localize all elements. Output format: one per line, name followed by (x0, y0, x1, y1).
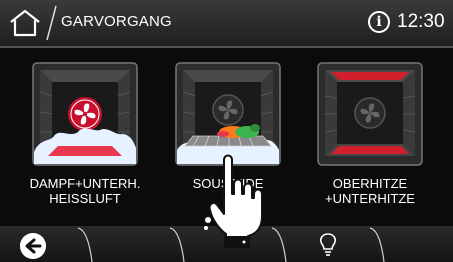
program-card-ober-unterhitze[interactable] (317, 62, 423, 166)
fan-icon (212, 94, 244, 126)
lightbulb-icon[interactable] (318, 232, 338, 258)
label-line-1: OBERHITZE (332, 176, 408, 191)
fan-icon (68, 97, 102, 131)
program-label-dampf[interactable]: DAMPF+UNTERH. HEISSLUFT (10, 176, 160, 206)
breadcrumb-divider (46, 5, 57, 41)
clock-time: 12:30 (397, 11, 445, 32)
label-line-2: +UNTERHITZE (325, 191, 415, 206)
label-line-2: HEISSLUFT (49, 191, 121, 206)
program-label-ober-unterhitze[interactable]: OBERHITZE +UNTERHITZE (295, 176, 445, 206)
page-title: GARVORGANG (61, 13, 172, 30)
header-bar: GARVORGANG i 12:30 (0, 0, 453, 48)
home-icon[interactable] (8, 8, 42, 38)
label-line-1: DAMPF+UNTERH. (29, 176, 141, 191)
back-arrow-icon[interactable] (20, 233, 46, 259)
info-icon[interactable]: i (368, 11, 390, 33)
oven-screen: GARVORGANG i 12:30 DAMPF+UNTERH. HEISSLU… (0, 0, 453, 262)
fan-icon (354, 97, 386, 129)
tap-hand-icon (204, 154, 263, 248)
program-card-dampf[interactable] (32, 62, 138, 166)
